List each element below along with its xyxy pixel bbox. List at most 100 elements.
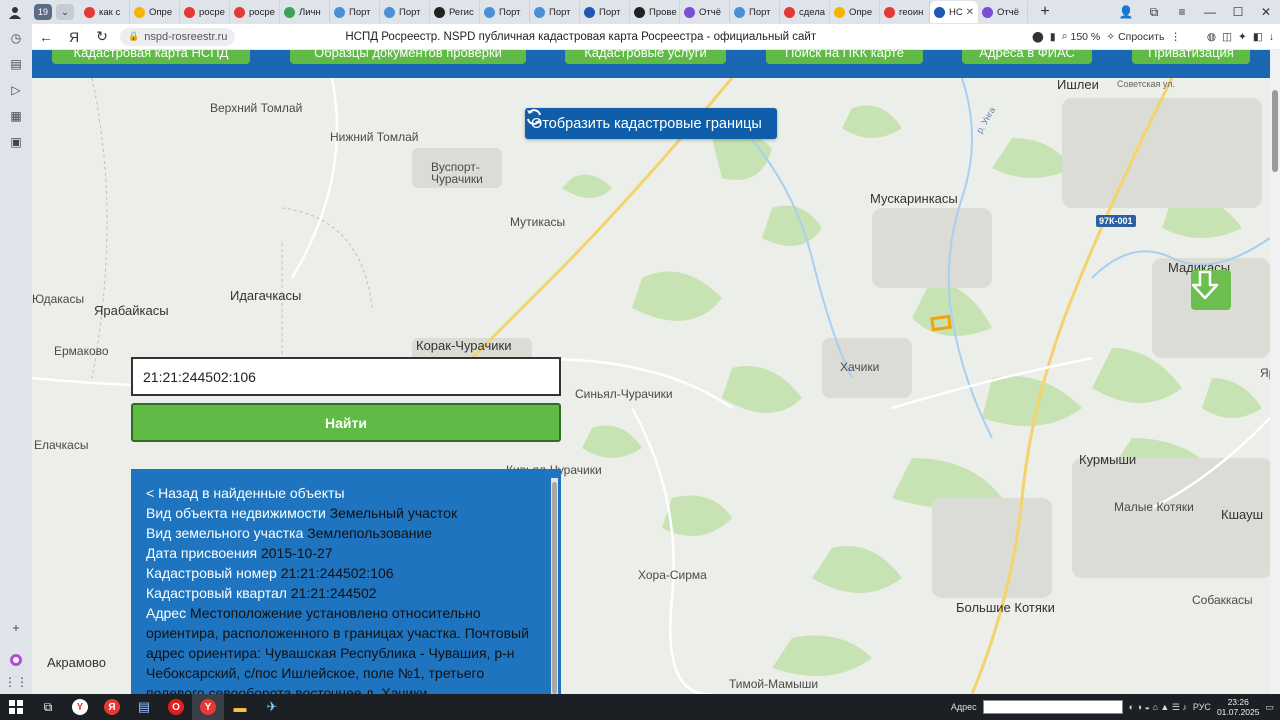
- side-panel-icon[interactable]: ◧: [1253, 31, 1263, 43]
- app-taskbar-icon[interactable]: ✈: [256, 694, 288, 720]
- browser-tab-label: Регис: [449, 6, 474, 18]
- nav-cadastral-services[interactable]: Кадастровые услуги: [565, 50, 726, 64]
- yandex-home-icon[interactable]: Я: [60, 24, 88, 50]
- downloads-icon[interactable]: ↓: [1269, 31, 1274, 43]
- find-button[interactable]: Найти: [131, 403, 561, 442]
- back-to-results-link[interactable]: < Назад в найденные объекты: [146, 483, 541, 503]
- tab-counter-badge[interactable]: 19: [34, 4, 52, 20]
- browser-tab[interactable]: Опре: [830, 1, 880, 23]
- browser-tab-label: Порт: [399, 6, 421, 18]
- browser-tab[interactable]: Отчё: [978, 1, 1028, 23]
- place-label: Ярабайкасы: [94, 303, 169, 318]
- browser-tab[interactable]: росре: [230, 1, 280, 23]
- nav-pkk-search[interactable]: Поиск на ПКК карте: [766, 50, 923, 64]
- add-panel-icon[interactable]: +: [8, 620, 24, 636]
- ask-ai-button[interactable]: ✧ Спросить: [1106, 31, 1164, 43]
- nav-document-samples[interactable]: Образцы документов проверки: [290, 50, 526, 64]
- scroll-down-button[interactable]: [1191, 270, 1231, 310]
- new-tab-button[interactable]: +: [1034, 1, 1056, 23]
- clock[interactable]: 23:26 01.07.2025: [1217, 697, 1260, 717]
- browser-tab[interactable]: Личн: [280, 1, 330, 23]
- cadastral-map[interactable]: Верхний Томлай Нижний Томлай Вуспорт- Чурач…: [32, 78, 1270, 694]
- cadastral-number-input[interactable]: [131, 357, 561, 396]
- bookmark-icon[interactable]: ▮: [1050, 31, 1056, 43]
- play-icon[interactable]: ▷: [8, 82, 24, 98]
- browser-tab[interactable]: НС ✕: [930, 1, 978, 23]
- browser-tab[interactable]: Регис: [430, 1, 480, 23]
- nav-fias-address[interactable]: Адреса в ФИАС: [962, 50, 1092, 64]
- close-window-icon[interactable]: ✕: [1252, 5, 1280, 19]
- browser-tab[interactable]: Прове: [630, 1, 680, 23]
- maximize-icon[interactable]: ☐: [1224, 5, 1252, 19]
- yandex-browser-taskbar-icon[interactable]: Y: [64, 694, 96, 720]
- browser-tab[interactable]: Порт: [730, 1, 780, 23]
- info-panel-scroll-thumb[interactable]: [552, 482, 557, 694]
- tab-list-chevron-icon[interactable]: ⌄: [56, 4, 74, 20]
- browser-tab-label: росре: [199, 6, 225, 18]
- close-tab-icon[interactable]: ✕: [966, 7, 974, 18]
- browser-tab[interactable]: Порт: [580, 1, 630, 23]
- language-indicator[interactable]: РУС: [1193, 702, 1211, 712]
- media-icon[interactable]: ▣: [8, 134, 24, 150]
- portal-icon: [334, 6, 345, 18]
- minimize-icon[interactable]: —: [1196, 5, 1224, 19]
- account-icon[interactable]: 👤: [1112, 5, 1140, 19]
- explorer-taskbar-icon[interactable]: ▬: [224, 694, 256, 720]
- protect-icon[interactable]: ◫: [1222, 31, 1232, 43]
- show-cadastral-borders-button[interactable]: Отобразить кадастровые границы: [525, 108, 777, 139]
- extensions-icon[interactable]: ✦: [1238, 31, 1247, 43]
- menu-icon[interactable]: ≡: [1168, 5, 1196, 19]
- info-panel-scrollbar[interactable]: [551, 478, 558, 694]
- calendar-icon[interactable]: ▦: [8, 108, 24, 124]
- zoom-icon: ⌕: [1061, 30, 1068, 42]
- browser-tab[interactable]: Порт: [480, 1, 530, 23]
- yandex-taskbar-icon[interactable]: Я: [96, 694, 128, 720]
- nav-privatization[interactable]: Приватизация: [1132, 50, 1250, 64]
- location-pin-icon[interactable]: ⬤: [1032, 31, 1044, 43]
- os-taskbar: ⧉ Y Я ▤ O Y ▬ ✈ Адрес ◐ ◑ ◒ ⌂ ▲ ☰ ♪ РУС …: [0, 694, 1280, 720]
- parcel-outline[interactable]: [930, 314, 952, 332]
- page-scroll-thumb[interactable]: [1272, 90, 1278, 172]
- alice-icon[interactable]: [8, 652, 24, 668]
- reload-icon[interactable]: ↻: [88, 24, 116, 50]
- leaf-icon: [284, 6, 295, 18]
- more-menu-icon[interactable]: ⋮: [1170, 31, 1181, 43]
- back-icon[interactable]: ←: [32, 24, 60, 50]
- browser-tab[interactable]: геоин: [880, 1, 930, 23]
- browser-tab[interactable]: Порт: [530, 1, 580, 23]
- browser-tab[interactable]: Опре: [130, 1, 180, 23]
- browser-toolbar: ← Я ↻ 🔒 nspd-rosreestr.ru НСПД Росреестр…: [32, 24, 1280, 50]
- opera-taskbar-icon[interactable]: O: [160, 694, 192, 720]
- tray-icons[interactable]: ◐ ◑ ◒ ⌂ ▲ ☰ ♪: [1129, 702, 1187, 713]
- task-view-icon[interactable]: ⧉: [32, 694, 64, 720]
- notifications-icon[interactable]: ▭: [1265, 702, 1274, 713]
- place-label: Юдакасы: [32, 292, 85, 306]
- collections-icon[interactable]: ⧉: [1140, 5, 1168, 20]
- hex-icon: [982, 6, 993, 18]
- place-label: Кшауш: [1221, 507, 1264, 522]
- browser-profile-icon[interactable]: [0, 0, 30, 24]
- url-text: nspd-rosreestr.ru: [144, 30, 228, 43]
- page-scrollbar[interactable]: [1270, 50, 1280, 694]
- zoom-indicator[interactable]: ⌕ 150 %: [1062, 30, 1101, 43]
- notes-icon[interactable]: ▤: [8, 56, 24, 72]
- browser-tab[interactable]: сдела: [780, 1, 830, 23]
- info-field-row: Вид земельного участка Землепользование: [146, 523, 541, 543]
- browser-tab[interactable]: Порт: [380, 1, 430, 23]
- browser-tab-label: Отчё: [699, 6, 721, 18]
- address-bar[interactable]: 🔒 nspd-rosreestr.ru: [120, 27, 236, 46]
- taskbar-address-field[interactable]: [982, 700, 1123, 714]
- translate-icon[interactable]: ◍: [1207, 31, 1216, 43]
- browser-tab[interactable]: Порт: [330, 1, 380, 23]
- yandex-browser-active-taskbar-icon[interactable]: Y: [192, 694, 224, 720]
- place-label: Мускаринкасы: [870, 191, 958, 206]
- start-button[interactable]: [0, 694, 32, 720]
- history-icon[interactable]: ◷: [8, 30, 24, 46]
- apps-grid-icon[interactable]: ⋮⋮: [4, 674, 28, 690]
- notepad-taskbar-icon[interactable]: ▤: [128, 694, 160, 720]
- browser-tab[interactable]: Отчё: [680, 1, 730, 23]
- nav-cadastral-map[interactable]: Кадастровая карта НСПД: [52, 50, 250, 64]
- browser-tab[interactable]: как с: [80, 1, 130, 23]
- browser-tab[interactable]: росре: [180, 1, 230, 23]
- browser-tab-label: Порт: [749, 6, 771, 18]
